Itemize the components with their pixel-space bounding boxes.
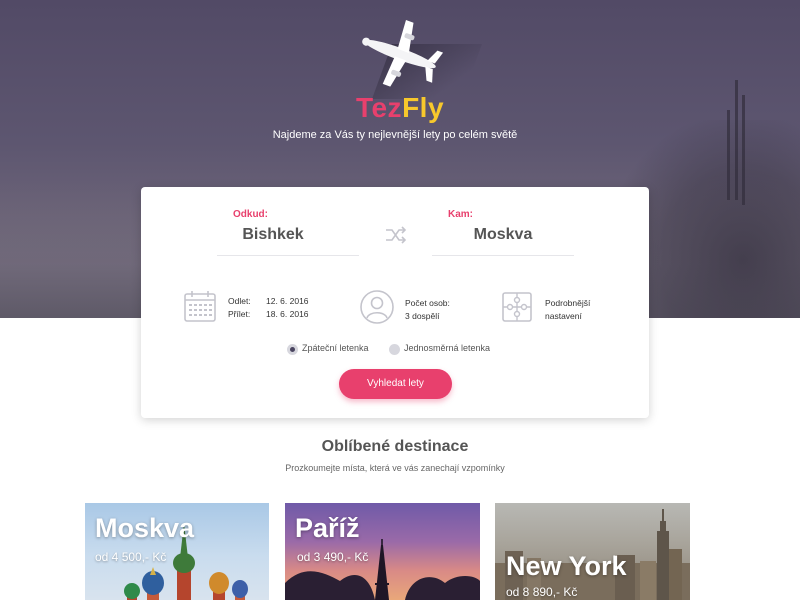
from-input[interactable]: Bishkek bbox=[217, 226, 329, 244]
to-underline bbox=[432, 255, 574, 256]
tagline: Najdeme za Vás ty nejlevnější lety po ce… bbox=[272, 129, 518, 141]
person-icon[interactable] bbox=[359, 289, 395, 330]
brand-part-1: Tez bbox=[355, 92, 403, 123]
oneway-ticket-label[interactable]: Jednosměrná letenka bbox=[404, 343, 490, 353]
brand-part-2: Fly bbox=[402, 92, 445, 123]
brand-logo: TezFly bbox=[0, 92, 800, 124]
destination-tile-pariz[interactable]: Paříž od 3 490,- Kč bbox=[285, 503, 480, 600]
settings-label-line-1[interactable]: Podrobnější bbox=[545, 297, 590, 310]
destinations-subtitle: Prozkoumejte místa, která ve vás zanecha… bbox=[285, 463, 505, 473]
destination-tile-moskva[interactable]: Moskva od 4 500,- Kč bbox=[85, 503, 269, 600]
arrival-date[interactable]: 18. 6. 2016 bbox=[266, 308, 309, 321]
swap-icon[interactable] bbox=[385, 226, 407, 244]
arrival-label: Přílet: bbox=[228, 309, 251, 319]
destination-price: od 8 890,- Kč bbox=[506, 585, 578, 599]
return-ticket-label[interactable]: Zpáteční letenka bbox=[302, 343, 369, 353]
search-card: Odkud: Bishkek Kam: Moskva Odlet: 12. 6.… bbox=[141, 187, 649, 418]
puzzle-icon[interactable] bbox=[501, 291, 533, 328]
to-label: Kam: bbox=[448, 209, 474, 220]
oneway-ticket-radio[interactable] bbox=[389, 344, 400, 355]
airplane-icon bbox=[352, 14, 483, 99]
return-ticket-radio[interactable] bbox=[287, 344, 298, 355]
persons-value[interactable]: 3 dospělí bbox=[405, 310, 440, 323]
destinations-title: Oblíbené destinace bbox=[321, 438, 469, 455]
calendar-icon[interactable] bbox=[183, 289, 217, 328]
destination-price: od 3 490,- Kč bbox=[297, 550, 369, 564]
departure-date[interactable]: 12. 6. 2016 bbox=[266, 295, 309, 308]
search-flights-button[interactable]: Vyhledat lety bbox=[339, 369, 452, 399]
destination-tile-new-york[interactable]: New York od 8 890,- Kč bbox=[495, 503, 690, 600]
destination-name: Paříž bbox=[295, 513, 360, 543]
settings-label-line-2[interactable]: nastavení bbox=[545, 310, 582, 323]
persons-label: Počet osob: bbox=[405, 298, 450, 308]
destination-name: New York bbox=[506, 551, 627, 581]
to-input[interactable]: Moskva bbox=[445, 226, 561, 244]
destination-price: od 4 500,- Kč bbox=[95, 550, 167, 564]
from-underline bbox=[217, 255, 359, 256]
departure-label: Odlet: bbox=[228, 296, 251, 306]
from-label: Odkud: bbox=[233, 209, 268, 220]
destination-name: Moskva bbox=[95, 513, 195, 543]
